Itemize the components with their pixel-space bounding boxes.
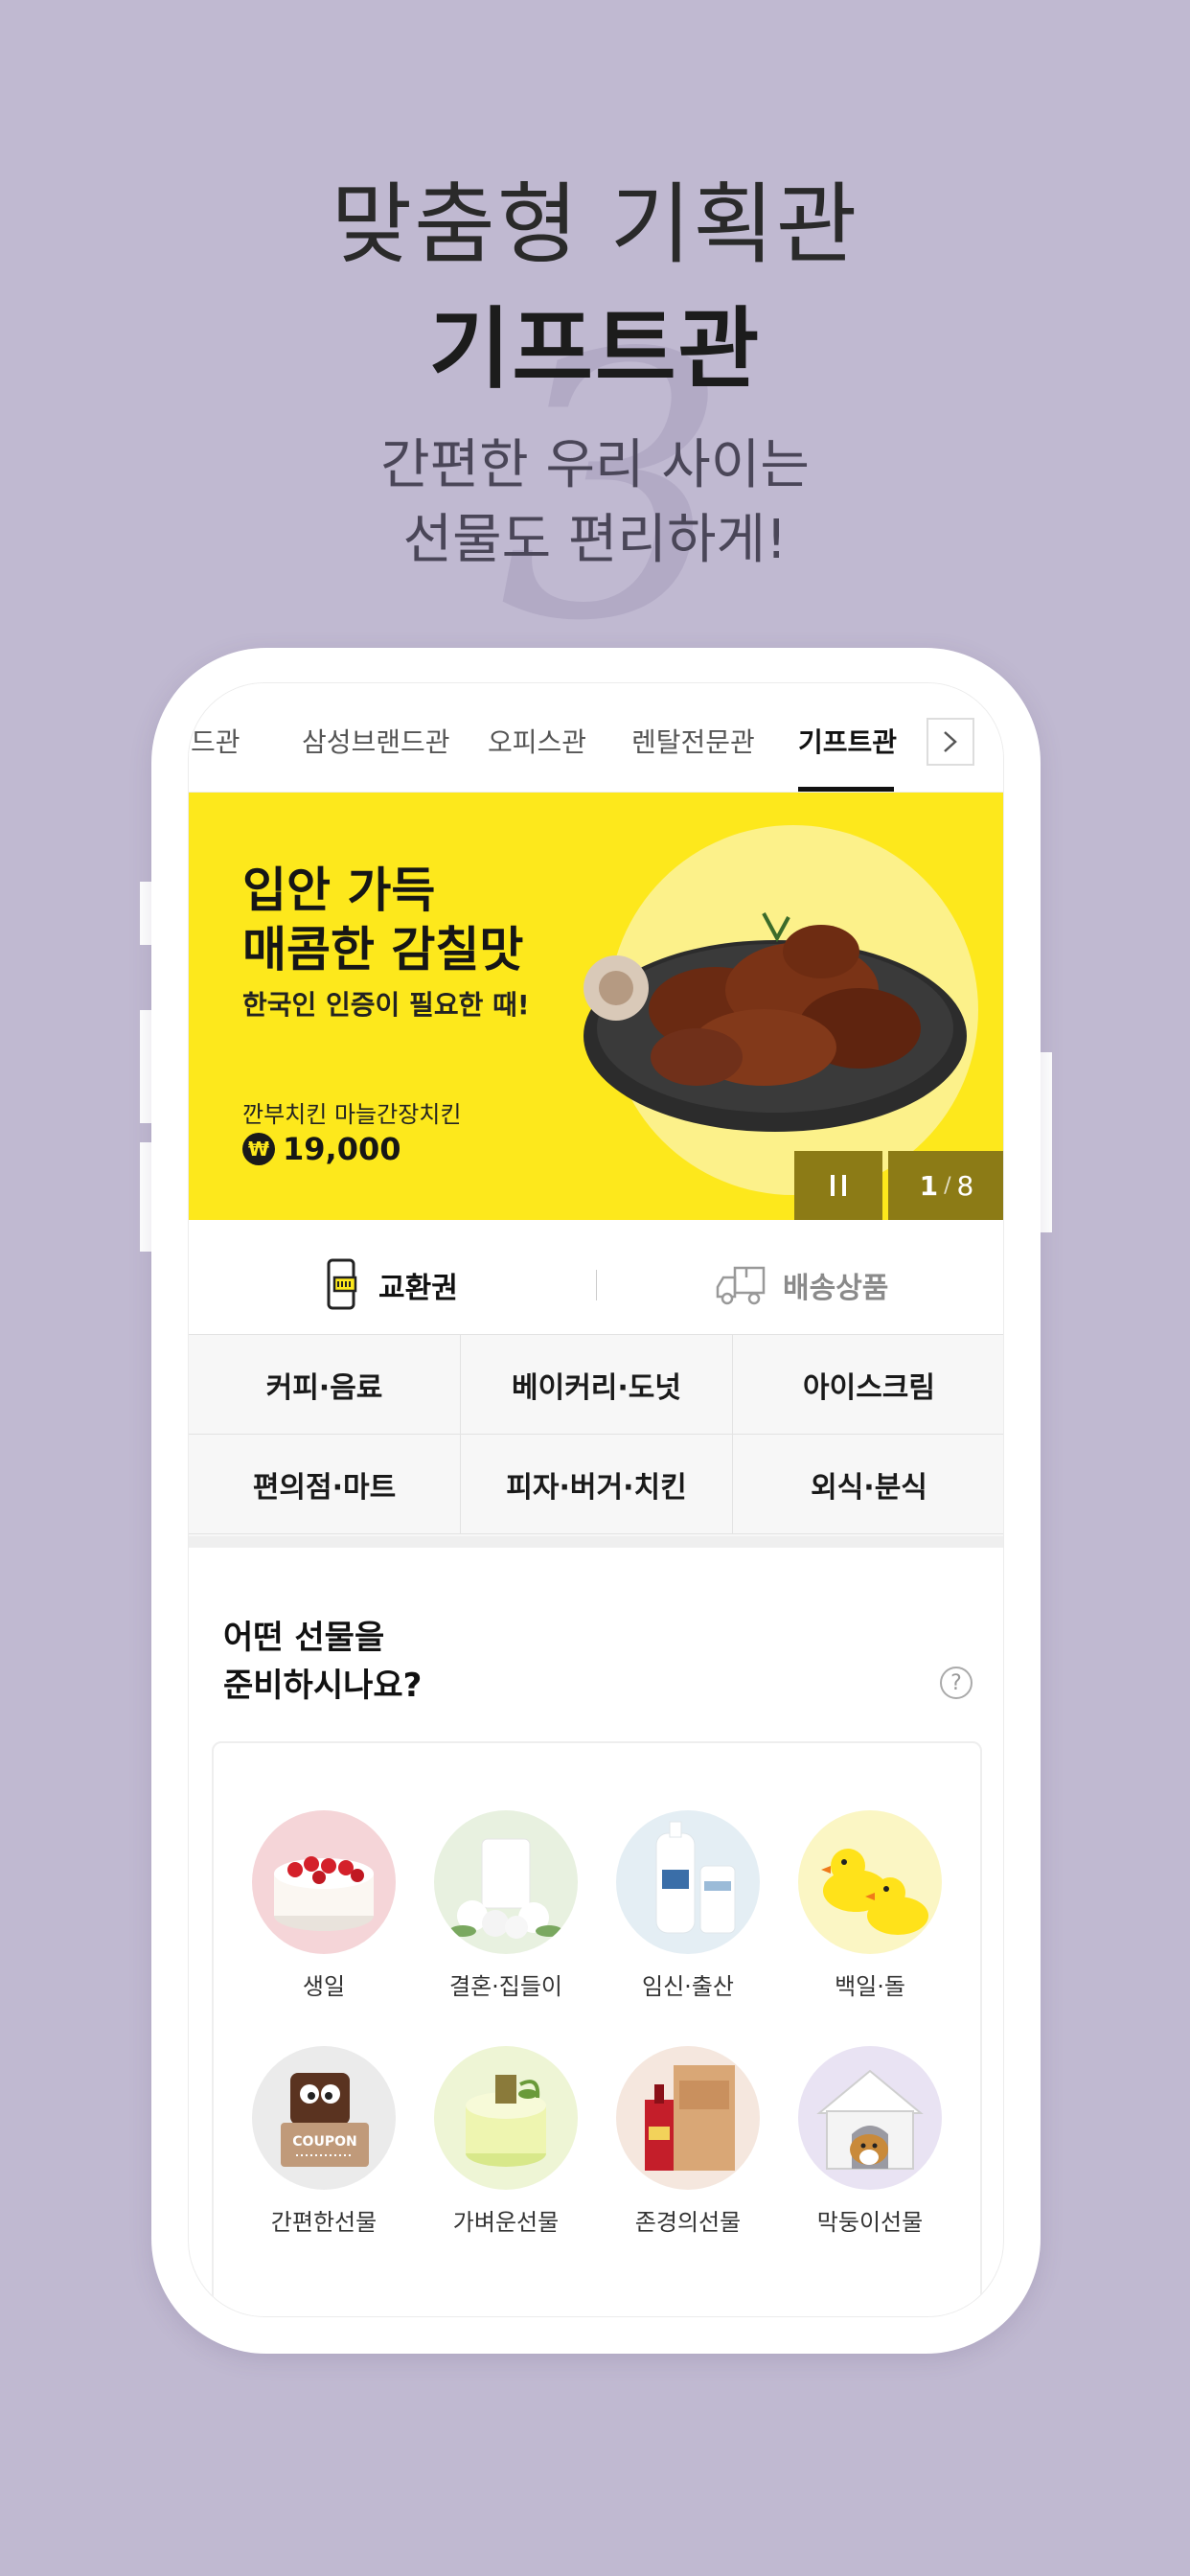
- hero-title-line1: 맞춤형 기획관: [331, 173, 859, 276]
- won-icon: ₩: [242, 1133, 275, 1165]
- phone-screen: 드관 삼성브랜드관 오피스관 렌탈전문관 기프트관 입안 가득 매콤한 감칠맛 …: [188, 682, 1004, 2317]
- hero-subtitle-line2: 선물도 편리하게!: [402, 509, 788, 571]
- price-value: 19,000: [283, 1131, 401, 1167]
- coupon-chocolate-icon: COUPON: [252, 2046, 396, 2190]
- tab-rental[interactable]: 렌탈전문관: [631, 722, 755, 760]
- tab-brand[interactable]: 드관: [191, 722, 240, 760]
- coupon-type-tab[interactable]: 교환권: [323, 1258, 458, 1312]
- hero-section: 3 맞춤형 기획관 기프트관 간편한 우리 사이는 선물도 편리하게!: [0, 0, 1190, 671]
- category-coffee[interactable]: 커피·음료: [189, 1335, 461, 1435]
- product-type-toggle: 교환권 배송상품: [189, 1233, 1003, 1335]
- type-divider: [596, 1270, 597, 1300]
- gift-item-label: 존경의선물: [634, 2209, 742, 2236]
- help-icon[interactable]: ?: [940, 1667, 973, 1699]
- delivery-type-tab[interactable]: 배송상품: [716, 1258, 888, 1312]
- category-pizza-burger-chicken[interactable]: 피자·버거·치킨: [461, 1435, 733, 1534]
- gift-item-100days[interactable]: 백일·돌: [779, 1810, 942, 2002]
- category-convenience[interactable]: 편의점·마트: [189, 1435, 461, 1534]
- gift-item-pregnancy[interactable]: 임신·출산: [597, 1810, 760, 2002]
- chevron-right-icon: [944, 731, 957, 752]
- candle-flowers-icon: [434, 1810, 578, 1954]
- delivery-type-label: 배송상품: [783, 1272, 889, 1305]
- hero-title-line2: 기프트관: [428, 298, 762, 401]
- pause-icon: [831, 1175, 846, 1196]
- ginseng-box-icon: [616, 2046, 760, 2190]
- mobile-coupon-icon: [327, 1258, 357, 1310]
- gift-item-label: 간편한선물: [270, 2209, 378, 2236]
- gift-item-label: 결혼·집들이: [448, 1973, 563, 2000]
- mini-cake-icon: [434, 2046, 578, 2190]
- cake-icon: [252, 1810, 396, 1954]
- gift-section-title-line2: 준비하시나요?: [223, 1667, 423, 1705]
- baby-lotion-icon: [616, 1810, 760, 1954]
- tab-gift[interactable]: 기프트관: [798, 722, 897, 760]
- coupon-type-label: 교환권: [378, 1272, 458, 1305]
- category-grid: 커피·음료 베이커리·도넛 아이스크림 편의점·마트 피자·버거·치킨 외식·분…: [189, 1335, 1003, 1536]
- gift-item-pet[interactable]: 막둥이선물: [779, 2046, 942, 2238]
- banner-page-current: 1: [919, 1169, 939, 1202]
- gift-item-label: 생일: [302, 1973, 346, 2000]
- banner-title-line2: 매콤한 감칠맛: [242, 922, 524, 978]
- rubber-duck-icon: [798, 1810, 942, 1954]
- gift-occasion-card: 생일 결혼·집들이 임신·출산 백일·돌 COUPON 간편한선물 가벼운선물 …: [212, 1741, 982, 2316]
- banner-page-separator: /: [944, 1173, 951, 1198]
- gift-item-simple[interactable]: COUPON 간편한선물: [233, 2046, 396, 2238]
- category-icecream[interactable]: 아이스크림: [733, 1335, 1003, 1435]
- gift-item-label: 가벼운선물: [452, 2209, 560, 2236]
- banner-product-name: 깐부치킨 마늘간장치킨: [242, 1101, 462, 1128]
- gift-item-light[interactable]: 가벼운선물: [415, 2046, 578, 2238]
- section-divider: [189, 1536, 1003, 1548]
- category-dining[interactable]: 외식·분식: [733, 1435, 1003, 1534]
- dog-house-icon: [798, 2046, 942, 2190]
- active-tab-indicator: [798, 787, 894, 792]
- category-tab-bar: 드관 삼성브랜드관 오피스관 렌탈전문관 기프트관: [189, 683, 1003, 793]
- banner-price: ₩ 19,000: [242, 1130, 400, 1168]
- tab-scroll-next-button[interactable]: [927, 718, 974, 766]
- banner-page-counter: 1 / 8: [888, 1151, 1003, 1220]
- gift-item-label: 백일·돌: [835, 1973, 905, 2000]
- hero-subtitle-line1: 간편한 우리 사이는: [380, 434, 810, 496]
- gift-item-label: 임신·출산: [642, 1973, 734, 2000]
- gift-item-birthday[interactable]: 생일: [233, 1810, 396, 2002]
- gift-item-respect[interactable]: 존경의선물: [597, 2046, 760, 2238]
- coupon-text: COUPON: [292, 2134, 356, 2150]
- gift-section-title-line1: 어떤 선물을: [223, 1619, 385, 1657]
- delivery-truck-icon: [716, 1266, 766, 1305]
- gift-item-wedding[interactable]: 결혼·집들이: [415, 1810, 578, 2002]
- banner-page-total: 8: [956, 1169, 974, 1202]
- tab-samsung-brand[interactable]: 삼성브랜드관: [302, 722, 450, 760]
- gift-item-label: 막둥이선물: [816, 2209, 924, 2236]
- category-bakery[interactable]: 베이커리·도넛: [461, 1335, 733, 1435]
- phone-side-button: [1039, 1052, 1052, 1232]
- banner-description: 한국인 인증이 필요한 때!: [242, 989, 530, 1021]
- fried-chicken-image: [584, 912, 967, 1132]
- banner-pause-button[interactable]: [794, 1151, 882, 1220]
- promo-banner[interactable]: 입안 가득 매콤한 감칠맛 한국인 인증이 필요한 때! 깐부치킨 마늘간장치킨…: [189, 793, 1003, 1220]
- tab-office[interactable]: 오피스관: [488, 722, 586, 760]
